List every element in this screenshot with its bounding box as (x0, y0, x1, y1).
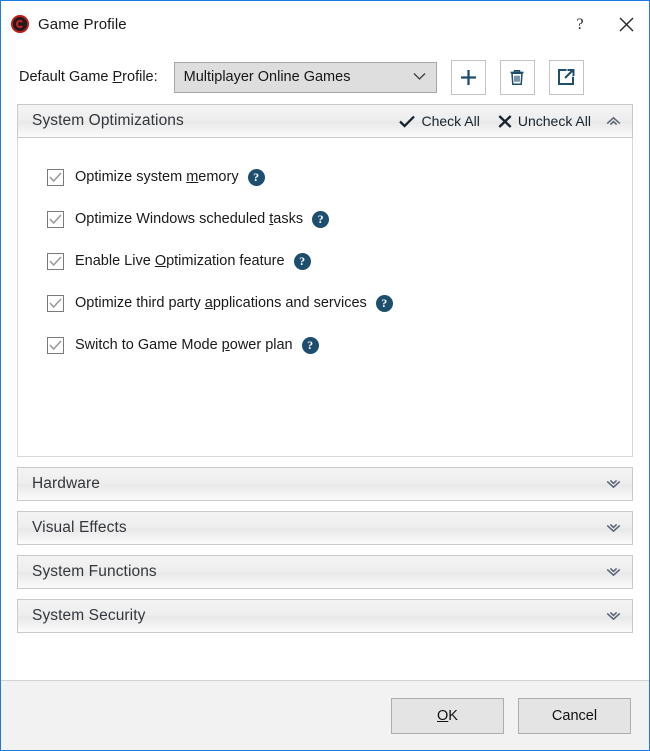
label-suffix: rofile: (122, 69, 158, 85)
trash-icon (508, 68, 526, 87)
checkbox-optimize-windows-scheduled-tasks[interactable] (47, 210, 64, 228)
game-profile-icon (11, 15, 29, 33)
section-title: System Security (32, 607, 146, 624)
plus-icon (459, 68, 478, 87)
window-controls: ? (557, 1, 649, 47)
section-header-system-security[interactable]: System Security (17, 599, 633, 633)
help-icon[interactable]: ? (375, 294, 393, 312)
section-system-functions: System Functions (17, 555, 633, 589)
label-post: pplications and services (212, 295, 367, 311)
label-pre: Enable Live (75, 253, 155, 269)
chevron-down-icon[interactable] (604, 523, 622, 533)
export-profile-button[interactable] (548, 59, 584, 95)
add-profile-button[interactable] (450, 59, 486, 95)
cancel-label: Cancel (551, 707, 598, 724)
selected-profile-value: Multiplayer Online Games (183, 69, 351, 85)
ok-rest: K (448, 707, 458, 724)
section-visual-effects: Visual Effects (17, 511, 633, 545)
chevron-down-icon[interactable] (604, 567, 622, 577)
default-game-profile-select[interactable]: Multiplayer Online Games (173, 61, 437, 93)
label-pre: Optimize system (75, 169, 187, 185)
option-row: Optimize system memory ? (18, 156, 632, 198)
label-pre: Switch to Game Mode (75, 337, 222, 353)
label-accel: a (204, 295, 213, 311)
dialog-footer: OK Cancel (1, 680, 649, 750)
option-row: Optimize Windows scheduled tasks ? (18, 198, 632, 240)
label-accel: p (221, 337, 230, 353)
section-header-system-optimizations[interactable]: System Optimizations Check All Uncheck A… (17, 104, 633, 138)
checkbox-enable-live-optimization-feature[interactable] (47, 252, 64, 270)
section-hardware: Hardware (17, 467, 633, 501)
label-pre: Optimize third party (75, 295, 205, 311)
label-pre: Optimize Windows scheduled (75, 211, 270, 227)
label-accel: O (154, 253, 167, 269)
option-label: Optimize Windows scheduled tasks (75, 211, 303, 227)
cross-icon (498, 114, 512, 128)
ok-button[interactable]: OK (391, 697, 504, 734)
option-label: Optimize third party applications and se… (75, 295, 367, 311)
ok-accel: O (437, 707, 449, 724)
check-all-button[interactable]: Check All (399, 113, 480, 129)
label-accel: P (112, 69, 123, 85)
help-icon[interactable]: ? (312, 210, 330, 228)
option-row: Switch to Game Mode power plan ? (18, 324, 632, 366)
default-game-profile-label: Default Game Profile: (19, 69, 158, 85)
uncheck-all-label: Uncheck All (517, 113, 591, 129)
export-icon (556, 67, 576, 87)
option-label: Switch to Game Mode power plan (75, 337, 293, 353)
label-post: ptimization feature (166, 253, 285, 269)
uncheck-all-button[interactable]: Uncheck All (498, 113, 591, 129)
option-label: Optimize system memory (75, 169, 239, 185)
option-row: Enable Live Optimization feature ? (18, 240, 632, 282)
svg-text:?: ? (576, 16, 583, 33)
window-title: Game Profile (38, 15, 127, 33)
help-icon[interactable]: ? (247, 168, 265, 186)
checkbox-switch-to-game-mode-power-plan[interactable] (47, 336, 64, 354)
section-title: Hardware (32, 475, 100, 492)
help-icon[interactable]: ? (293, 252, 311, 270)
section-system-security: System Security (17, 599, 633, 633)
label-post: emory (198, 169, 239, 185)
check-actions: Check All Uncheck All (399, 113, 591, 129)
section-header-visual-effects[interactable]: Visual Effects (17, 511, 633, 545)
check-all-label: Check All (421, 113, 480, 129)
option-row: Optimize third party applications and se… (18, 282, 632, 324)
checkbox-optimize-third-party-applications-and-services[interactable] (47, 294, 64, 312)
settings-sections: System Optimizations Check All Uncheck A… (1, 95, 649, 633)
checkbox-optimize-system-memory[interactable] (47, 168, 64, 186)
option-label: Enable Live Optimization feature (75, 253, 285, 269)
chevron-down-icon[interactable] (604, 611, 622, 621)
cancel-button[interactable]: Cancel (518, 697, 631, 734)
default-game-profile-row: Default Game Profile: Multiplayer Online… (1, 47, 649, 95)
section-header-system-functions[interactable]: System Functions (17, 555, 633, 589)
game-profile-dialog: Game Profile ? Default Game Profile: Mul… (0, 0, 650, 751)
section-title: System Optimizations (32, 112, 184, 129)
section-body-system-optimizations: Optimize system memory ? Optimize Window… (17, 138, 633, 457)
label-prefix: Default Game (19, 69, 113, 85)
section-title: Visual Effects (32, 519, 127, 536)
help-icon[interactable]: ? (301, 336, 319, 354)
checkmark-icon (399, 115, 416, 128)
section-header-hardware[interactable]: Hardware (17, 467, 633, 501)
chevron-up-icon[interactable] (604, 116, 622, 126)
delete-profile-button[interactable] (499, 59, 535, 95)
section-system-optimizations: System Optimizations Check All Uncheck A… (17, 104, 633, 457)
help-button[interactable]: ? (557, 1, 603, 47)
chevron-down-icon (413, 69, 426, 85)
close-icon[interactable] (603, 1, 649, 47)
label-accel: m (186, 169, 199, 185)
section-title: System Functions (32, 563, 157, 580)
label-post: ower plan (229, 337, 293, 353)
title-bar: Game Profile ? (1, 1, 649, 47)
label-post: asks (273, 211, 304, 227)
chevron-down-icon[interactable] (604, 479, 622, 489)
